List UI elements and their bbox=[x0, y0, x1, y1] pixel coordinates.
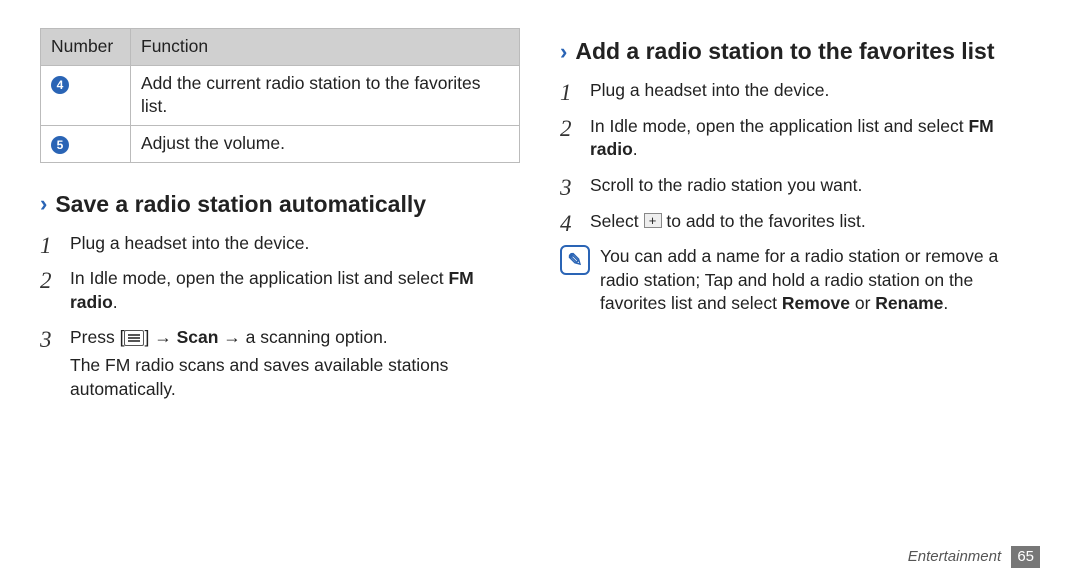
heading-save-station: › Save a radio station automatically bbox=[40, 189, 520, 220]
table-row: 4 Add the current radio station to the f… bbox=[41, 65, 520, 125]
number-badge-4: 4 bbox=[51, 76, 69, 94]
chapter-label: Entertainment bbox=[908, 548, 1001, 565]
table-row: 5 Adjust the volume. bbox=[41, 125, 520, 162]
step-3-result: The FM radio scans and saves available s… bbox=[70, 354, 520, 401]
step-1: Plug a headset into the device. bbox=[40, 232, 520, 256]
step-4: Select + to add to the favorites list. bbox=[560, 210, 1040, 234]
th-function: Function bbox=[131, 29, 520, 66]
step-3: Scroll to the radio station you want. bbox=[560, 174, 1040, 198]
step-1: Plug a headset into the device. bbox=[560, 79, 1040, 103]
menu-icon bbox=[124, 330, 144, 346]
plus-icon: + bbox=[644, 213, 662, 228]
step-2: In Idle mode, open the application list … bbox=[40, 267, 520, 314]
heading-add-favorite: › Add a radio station to the favorites l… bbox=[560, 36, 1040, 67]
step-2: In Idle mode, open the application list … bbox=[560, 115, 1040, 162]
note-text: You can add a name for a radio station o… bbox=[600, 245, 1040, 316]
note-block: ✎ You can add a name for a radio station… bbox=[560, 245, 1040, 316]
chevron-icon: › bbox=[560, 37, 567, 67]
fn-cell: Add the current radio station to the fav… bbox=[131, 65, 520, 125]
th-number: Number bbox=[41, 29, 131, 66]
function-table: Number Function 4 Add the current radio … bbox=[40, 28, 520, 163]
chevron-icon: › bbox=[40, 189, 47, 219]
number-badge-5: 5 bbox=[51, 136, 69, 154]
page-number: 65 bbox=[1011, 546, 1040, 568]
note-icon: ✎ bbox=[560, 245, 590, 275]
fn-cell: Adjust the volume. bbox=[131, 125, 520, 162]
step-3: Press [] → Scan → a scanning option. The… bbox=[40, 326, 520, 401]
page-footer: Entertainment 65 bbox=[908, 546, 1040, 568]
